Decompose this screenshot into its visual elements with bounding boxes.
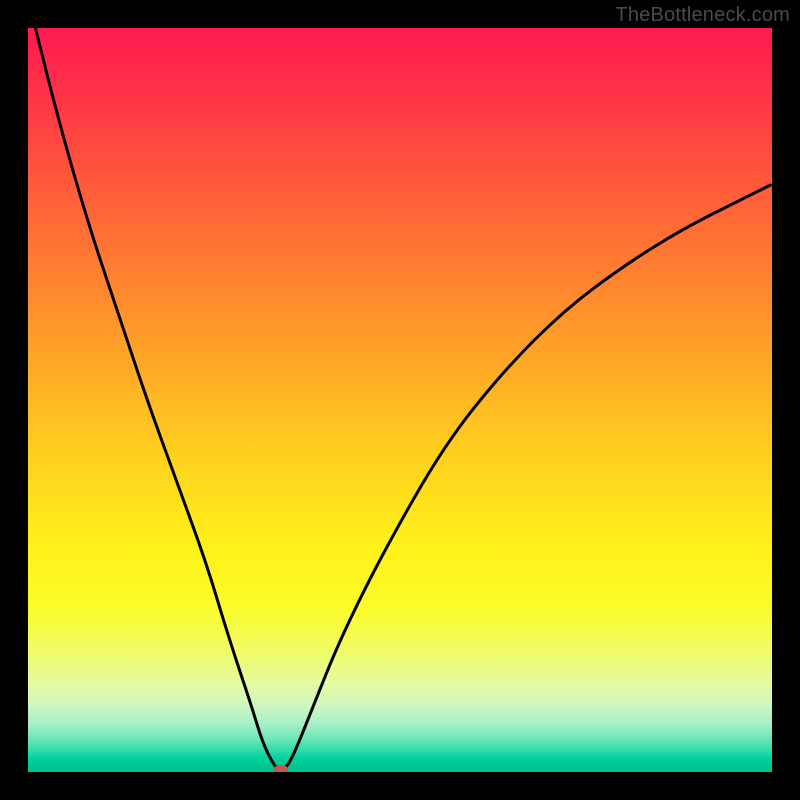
plot-area (28, 28, 772, 772)
chart-frame: TheBottleneck.com (0, 0, 800, 800)
watermark-text: TheBottleneck.com (615, 4, 790, 27)
bottleneck-curve (28, 28, 772, 772)
minimum-marker-dot (274, 765, 288, 772)
curve-path (35, 28, 772, 770)
